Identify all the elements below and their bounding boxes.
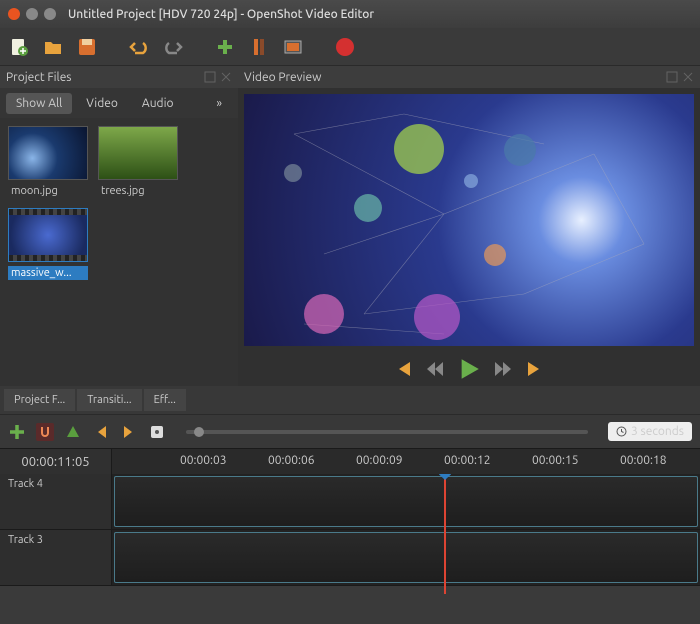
track-row[interactable]: Track 3 (0, 530, 700, 586)
filter-show-all[interactable]: Show All (6, 93, 72, 114)
new-project-icon[interactable] (8, 36, 30, 58)
playhead[interactable] (444, 474, 446, 594)
close-panel-icon[interactable] (220, 71, 232, 83)
import-files-icon[interactable] (214, 36, 236, 58)
window-title: Untitled Project [HDV 720 24p] - OpenSho… (68, 8, 374, 21)
fast-forward-icon[interactable] (494, 360, 512, 378)
file-filter-tabs: Show All Video Audio » (0, 88, 238, 118)
redo-icon[interactable] (162, 36, 184, 58)
timeline-tracks[interactable]: Track 4 Track 3 (0, 474, 700, 594)
clock-icon (616, 426, 627, 437)
export-video-icon[interactable] (334, 36, 356, 58)
thumbnail-image (8, 208, 88, 262)
snap-icon[interactable] (36, 423, 54, 441)
undock-icon[interactable] (666, 71, 678, 83)
track-lane[interactable] (114, 532, 698, 583)
thumbnail-image (8, 126, 88, 180)
file-thumbnails: moon.jpg trees.jpg massive_w... (0, 118, 238, 386)
track-lane[interactable] (114, 476, 698, 527)
file-item[interactable]: moon.jpg (8, 126, 88, 198)
next-marker-icon[interactable] (120, 423, 138, 441)
timeline-ruler[interactable]: 00:00:11:05 00:00:03 00:00:06 00:00:09 0… (0, 448, 700, 474)
project-files-panel: Project Files Show All Video Audio » moo… (0, 66, 238, 386)
track-header[interactable]: Track 4 (0, 474, 112, 529)
tab-project-files[interactable]: Project F... (4, 389, 75, 411)
jump-start-icon[interactable] (394, 360, 412, 378)
file-name: trees.jpg (98, 184, 178, 198)
file-item[interactable]: trees.jpg (98, 126, 178, 198)
tab-effects[interactable]: Eff... (144, 389, 186, 411)
undock-icon[interactable] (204, 71, 216, 83)
main-toolbar (0, 28, 700, 66)
filter-video[interactable]: Video (76, 93, 128, 114)
track-row[interactable]: Track 4 (0, 474, 700, 530)
timeline-toolbar: 3 seconds (0, 414, 700, 448)
file-item-selected[interactable]: massive_w... (8, 208, 88, 280)
close-panel-icon[interactable] (682, 71, 694, 83)
rewind-icon[interactable] (426, 360, 444, 378)
video-preview-panel: Video Preview (238, 66, 700, 386)
window-close-icon[interactable] (8, 8, 20, 20)
zoom-level-label: 3 seconds (608, 422, 692, 441)
panel-header: Video Preview (238, 66, 700, 88)
window-maximize-icon[interactable] (44, 8, 56, 20)
panel-header: Project Files (0, 66, 238, 88)
profile-icon[interactable] (248, 36, 270, 58)
prev-marker-icon[interactable] (92, 423, 110, 441)
file-name: moon.jpg (8, 184, 88, 198)
asset-tabs: Project F... Transiti... Eff... (0, 386, 700, 414)
undo-icon[interactable] (128, 36, 150, 58)
razor-icon[interactable] (64, 423, 82, 441)
jump-end-icon[interactable] (526, 360, 544, 378)
save-project-icon[interactable] (76, 36, 98, 58)
center-playhead-icon[interactable] (148, 423, 166, 441)
preview-viewport[interactable] (244, 94, 694, 346)
panel-title: Project Files (6, 71, 72, 84)
titlebar: Untitled Project [HDV 720 24p] - OpenSho… (0, 0, 700, 28)
thumbnail-image (98, 126, 178, 180)
track-header[interactable]: Track 3 (0, 530, 112, 585)
fullscreen-icon[interactable] (282, 36, 304, 58)
filter-more[interactable]: » (206, 93, 232, 114)
add-track-icon[interactable] (8, 423, 26, 441)
tab-transitions[interactable]: Transiti... (77, 389, 141, 411)
zoom-slider[interactable] (186, 430, 588, 434)
file-name: massive_w... (8, 266, 88, 280)
ruler-marks: 00:00:03 00:00:06 00:00:09 00:00:12 00:0… (112, 449, 700, 474)
panel-title: Video Preview (244, 71, 321, 84)
play-icon[interactable] (458, 358, 480, 380)
current-timecode: 00:00:11:05 (0, 449, 112, 475)
open-project-icon[interactable] (42, 36, 64, 58)
window-minimize-icon[interactable] (26, 8, 38, 20)
playback-controls (238, 352, 700, 386)
filter-audio[interactable]: Audio (132, 93, 184, 114)
